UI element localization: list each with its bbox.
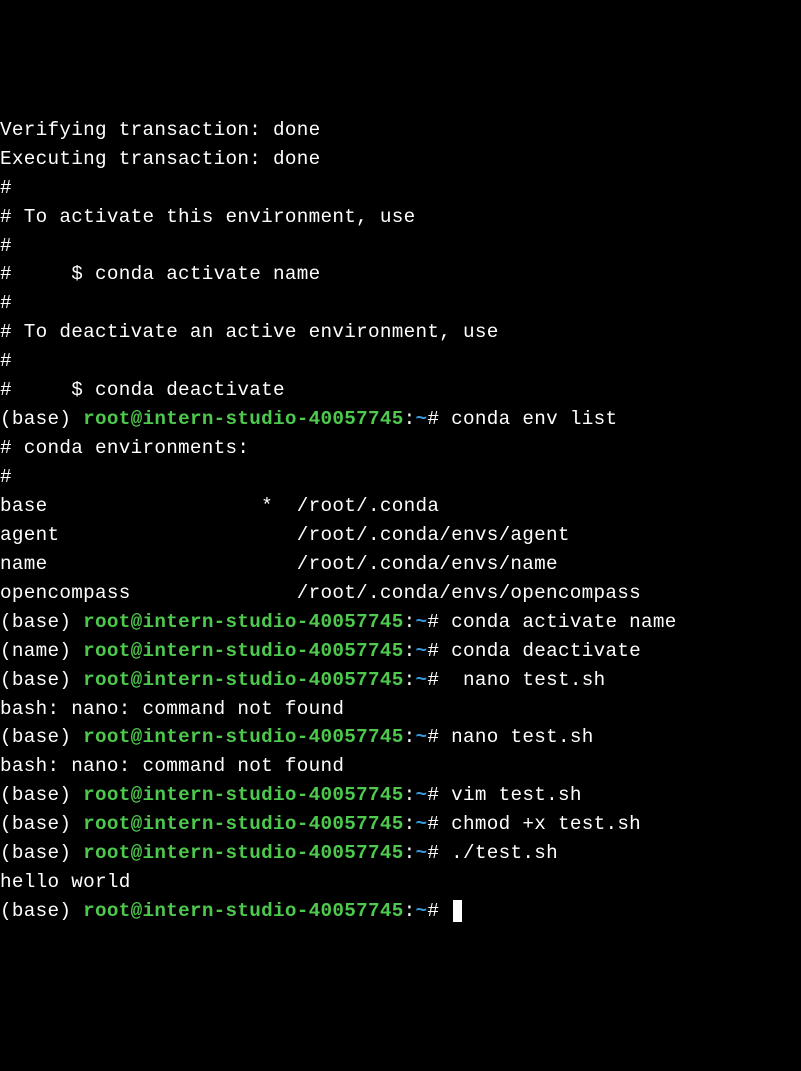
separator: : (404, 408, 416, 430)
cursor[interactable] (453, 900, 462, 922)
prompt-line: (base) root@intern-studio-40057745:~# na… (0, 723, 801, 752)
path: ~ (416, 813, 428, 835)
separator: : (404, 640, 416, 662)
separator: : (404, 611, 416, 633)
prompt-symbol: # (427, 784, 451, 806)
command-text: vim test.sh (451, 784, 582, 806)
output-line: Verifying transaction: done (0, 116, 801, 145)
output-line: base * /root/.conda (0, 492, 801, 521)
output-line: # $ conda deactivate (0, 376, 801, 405)
prompt-symbol: # (427, 640, 451, 662)
env-indicator: (base) (0, 900, 83, 922)
output-line: name /root/.conda/envs/name (0, 550, 801, 579)
output-line: # (0, 463, 801, 492)
prompt-line: (name) root@intern-studio-40057745:~# co… (0, 637, 801, 666)
command-text: conda activate name (451, 611, 677, 633)
path: ~ (416, 726, 428, 748)
prompt-line: (base) root@intern-studio-40057745:~# na… (0, 666, 801, 695)
prompt-line: (base) root@intern-studio-40057745:~# co… (0, 405, 801, 434)
user-host: root@intern-studio-40057745 (83, 784, 404, 806)
user-host: root@intern-studio-40057745 (83, 842, 404, 864)
command-text: ./test.sh (451, 842, 558, 864)
output-line: # (0, 289, 801, 318)
command-text: conda deactivate (451, 640, 641, 662)
prompt-symbol: # (427, 900, 451, 922)
prompt-line: (base) root@intern-studio-40057745:~# vi… (0, 781, 801, 810)
path: ~ (416, 842, 428, 864)
path: ~ (416, 900, 428, 922)
env-indicator: (base) (0, 408, 83, 430)
user-host: root@intern-studio-40057745 (83, 640, 404, 662)
separator: : (404, 669, 416, 691)
output-line: # To activate this environment, use (0, 203, 801, 232)
user-host: root@intern-studio-40057745 (83, 900, 404, 922)
output-line: # (0, 174, 801, 203)
path: ~ (416, 640, 428, 662)
path: ~ (416, 784, 428, 806)
env-indicator: (base) (0, 842, 83, 864)
path: ~ (416, 408, 428, 430)
env-indicator: (name) (0, 640, 83, 662)
separator: : (404, 726, 416, 748)
prompt-line: (base) root@intern-studio-40057745:~# ./… (0, 839, 801, 868)
output-line: # To deactivate an active environment, u… (0, 318, 801, 347)
user-host: root@intern-studio-40057745 (83, 408, 404, 430)
command-text: nano test.sh (451, 726, 593, 748)
separator: : (404, 813, 416, 835)
user-host: root@intern-studio-40057745 (83, 726, 404, 748)
output-line: opencompass /root/.conda/envs/opencompas… (0, 579, 801, 608)
path: ~ (416, 611, 428, 633)
output-line: bash: nano: command not found (0, 752, 801, 781)
path: ~ (416, 669, 428, 691)
env-indicator: (base) (0, 669, 83, 691)
prompt-symbol: # (427, 669, 451, 691)
output-line: hello world (0, 868, 801, 897)
user-host: root@intern-studio-40057745 (83, 669, 404, 691)
command-text: conda env list (451, 408, 617, 430)
terminal-output[interactable]: Verifying transaction: doneExecuting tra… (0, 116, 801, 926)
env-indicator: (base) (0, 611, 83, 633)
prompt-symbol: # (427, 408, 451, 430)
command-text: nano test.sh (451, 669, 605, 691)
separator: : (404, 842, 416, 864)
output-line: bash: nano: command not found (0, 695, 801, 724)
output-line: # (0, 232, 801, 261)
prompt-symbol: # (427, 813, 451, 835)
output-line: Executing transaction: done (0, 145, 801, 174)
command-text: chmod +x test.sh (451, 813, 641, 835)
output-line: # (0, 347, 801, 376)
output-line: agent /root/.conda/envs/agent (0, 521, 801, 550)
output-line: # $ conda activate name (0, 260, 801, 289)
prompt-line: (base) root@intern-studio-40057745:~# co… (0, 608, 801, 637)
separator: : (404, 784, 416, 806)
user-host: root@intern-studio-40057745 (83, 611, 404, 633)
prompt-line: (base) root@intern-studio-40057745:~# (0, 897, 801, 926)
env-indicator: (base) (0, 813, 83, 835)
env-indicator: (base) (0, 726, 83, 748)
user-host: root@intern-studio-40057745 (83, 813, 404, 835)
prompt-symbol: # (427, 726, 451, 748)
output-line: # conda environments: (0, 434, 801, 463)
separator: : (404, 900, 416, 922)
prompt-symbol: # (427, 842, 451, 864)
prompt-line: (base) root@intern-studio-40057745:~# ch… (0, 810, 801, 839)
prompt-symbol: # (427, 611, 451, 633)
env-indicator: (base) (0, 784, 83, 806)
